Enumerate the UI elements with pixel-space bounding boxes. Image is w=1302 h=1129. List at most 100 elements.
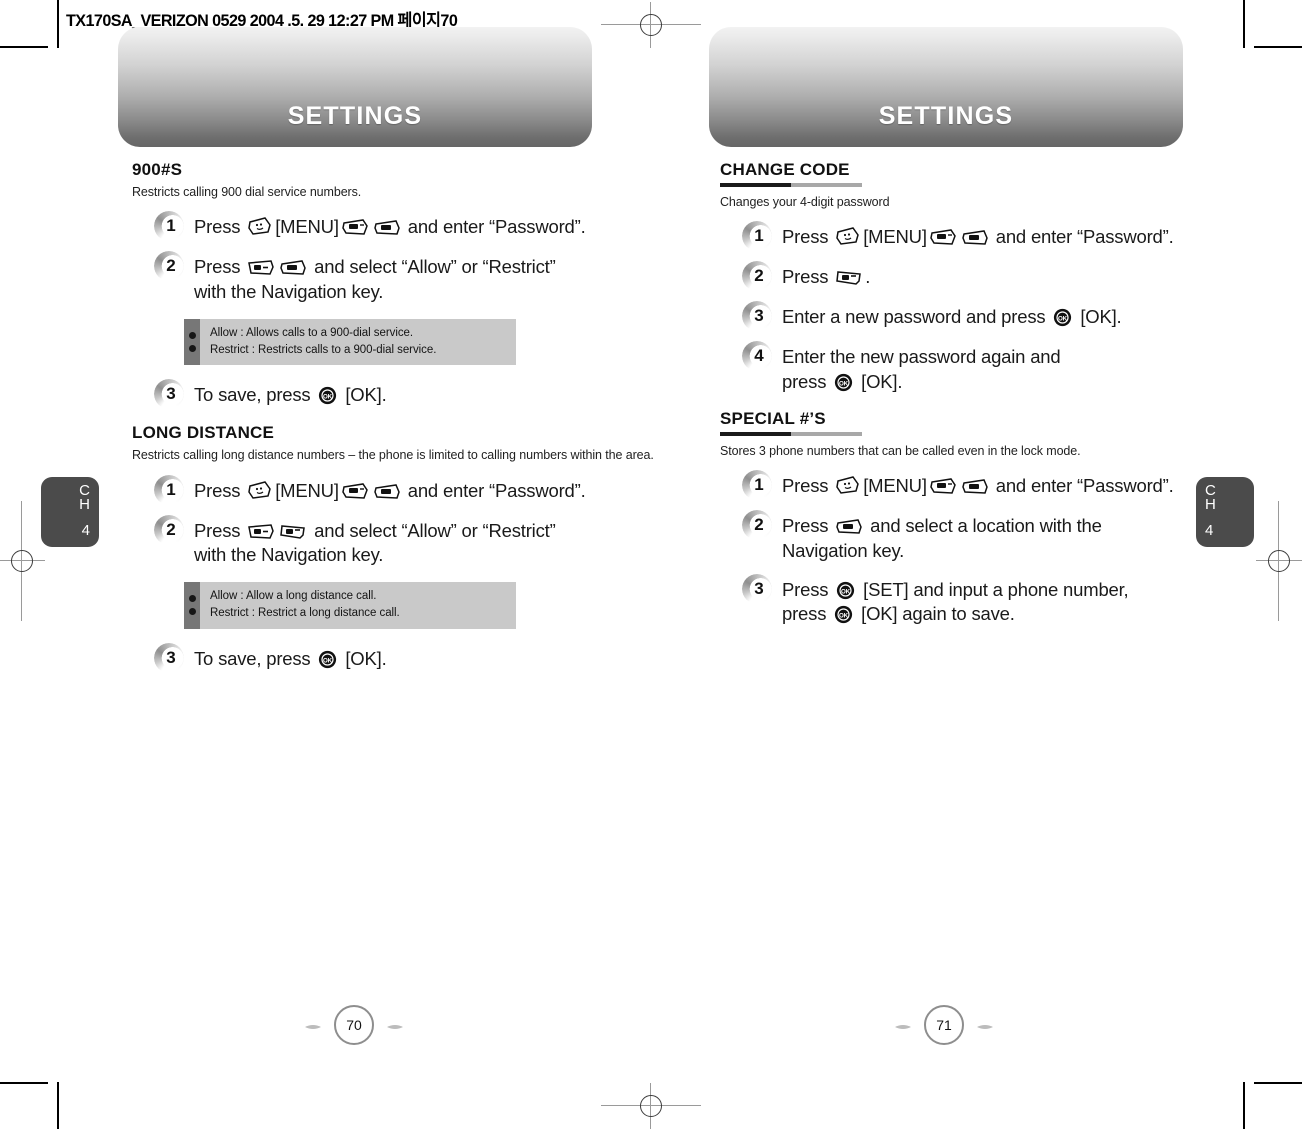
step-text-fragment: and input a phone number, bbox=[908, 578, 1129, 600]
ok-key-icon: OK bbox=[834, 605, 853, 624]
step-text-fragment: [MENU] bbox=[275, 216, 339, 238]
step-line: Enter a new password and press OK [OK]. bbox=[782, 305, 1122, 330]
page-number-wing-icon bbox=[977, 1025, 993, 1029]
manual-section: CHANGE CODE Changes your 4-digit password… bbox=[720, 160, 1280, 395]
note-box: Allow : Allows calls to a 900-dial servi… bbox=[184, 318, 516, 366]
step-line: To save, press OK [OK]. bbox=[194, 383, 387, 408]
step-text-fragment: and select a location with the bbox=[865, 515, 1102, 537]
instruction-step: 2 Press . bbox=[720, 261, 1280, 292]
step-line: Press [MENU] and enter “Password”. bbox=[782, 474, 1174, 499]
instruction-step: 3 Press OK [SET] and input a phone number… bbox=[720, 573, 1280, 628]
section-description: Changes your 4-digit password bbox=[720, 195, 890, 209]
note-line: Allow : Allow a long distance call. bbox=[210, 590, 377, 603]
instruction-step: 1 Press [MENU] and enter “Password”. bbox=[132, 474, 692, 505]
menu-key-icon bbox=[836, 226, 860, 246]
step-line: Navigation key. bbox=[782, 539, 1102, 564]
note-line: Restrict : Restrict a long distance call… bbox=[210, 607, 400, 620]
banner-title: SETTINGS bbox=[878, 102, 1014, 130]
step-text-fragment: again to save. bbox=[897, 603, 1015, 625]
menu-key-icon bbox=[248, 480, 272, 500]
step-text-fragment: Navigation key. bbox=[782, 539, 905, 561]
step-text-fragment: and enter “Password”. bbox=[402, 216, 586, 238]
step-text-fragment: . bbox=[897, 371, 903, 393]
chapter-tab-label: CH bbox=[79, 482, 90, 513]
trim-mark-bottom-left-horizontal bbox=[0, 1082, 48, 1084]
section-title: 900#S bbox=[132, 160, 183, 179]
step-number: 2 bbox=[166, 256, 176, 276]
step-number: 1 bbox=[166, 216, 176, 236]
step-body: To save, press OK [OK]. bbox=[194, 647, 387, 672]
page-number-badge-left: 70 bbox=[299, 1005, 409, 1045]
step-number: 2 bbox=[754, 266, 764, 286]
page-number-wing-icon bbox=[305, 1025, 321, 1029]
chapter-tab-left: CH 4 bbox=[41, 477, 99, 547]
section-description: Stores 3 phone numbers that can be calle… bbox=[720, 443, 1081, 458]
step-text-fragment: Press bbox=[782, 266, 834, 288]
step-number: 3 bbox=[754, 306, 764, 326]
trim-mark-bottom-left-vertical bbox=[57, 1082, 59, 1129]
step-text-fragment: [OK] bbox=[340, 384, 382, 406]
step-number: 3 bbox=[166, 647, 176, 667]
note-body: Allow : Allows calls to a 900-dial servi… bbox=[200, 319, 444, 366]
note-box: Allow : Allow a long distance call. Restr… bbox=[184, 582, 516, 629]
step-text-fragment: with the Navigation key. bbox=[194, 281, 384, 303]
step-number-badge: 4 bbox=[742, 341, 772, 372]
note-bullet-strip bbox=[184, 582, 200, 629]
instruction-step: 3 To save, press OK [OK]. bbox=[132, 642, 692, 673]
step-line: press OK [OK] again to save. bbox=[782, 602, 1129, 627]
step-body: Press [MENU] and enter “Password”. bbox=[194, 479, 586, 504]
step-number-badge: 3 bbox=[154, 379, 184, 410]
registration-mark-left bbox=[0, 501, 45, 621]
step-text-fragment: Enter a new password and press bbox=[782, 306, 1051, 328]
navigation-key-icon bbox=[930, 477, 956, 495]
chapter-tab-label: CH bbox=[1205, 482, 1216, 513]
instruction-step: 4 Enter the new password again and press O… bbox=[720, 341, 1280, 395]
step-body: Enter the new password again and press OK… bbox=[782, 345, 1061, 395]
step-line: with the Navigation key. bbox=[194, 543, 556, 568]
chapter-tab-number: 4 bbox=[1205, 522, 1214, 539]
step-body: Press [MENU] and enter “Password”. bbox=[782, 225, 1174, 250]
step-text-fragment: Press bbox=[194, 479, 246, 501]
step-number: 2 bbox=[166, 519, 176, 539]
step-line: Press and select a location with the bbox=[782, 514, 1102, 539]
step-text-fragment: . bbox=[1116, 306, 1122, 328]
step-text-fragment: and enter “Password”. bbox=[402, 479, 586, 501]
note-bullet-icon bbox=[188, 332, 196, 340]
ok-key-icon: OK bbox=[318, 650, 337, 669]
step-text-fragment: and enter “Password”. bbox=[990, 475, 1174, 497]
step-number: 1 bbox=[166, 479, 176, 499]
step-text-fragment: with the Navigation key. bbox=[194, 544, 384, 566]
right-page-content: CHANGE CODE Changes your 4-digit password… bbox=[720, 160, 1280, 641]
step-number: 4 bbox=[754, 346, 764, 366]
menu-key-icon bbox=[836, 475, 860, 495]
step-text-fragment: [OK] bbox=[1075, 306, 1117, 328]
left-soft-key-icon bbox=[248, 523, 275, 540]
step-text-fragment: and select “Allow” or “Restrict” bbox=[309, 256, 556, 278]
page-header-banner-right: SETTINGS bbox=[709, 27, 1183, 147]
section-description: Restricts calling 900 dial service numbe… bbox=[132, 185, 362, 199]
step-text-fragment: [OK] bbox=[856, 371, 898, 393]
note-bullet-icon bbox=[188, 608, 196, 616]
instruction-step: 3 To save, press OK [OK]. bbox=[132, 379, 692, 410]
step-number-badge: 2 bbox=[742, 261, 772, 292]
page-number-wing-icon bbox=[387, 1025, 403, 1029]
step-line: press OK [OK]. bbox=[782, 370, 1060, 395]
ok-key-icon: OK bbox=[836, 581, 855, 600]
navigation-key-icon bbox=[342, 482, 368, 500]
section-title-rule bbox=[720, 431, 862, 436]
navigation-key-icon bbox=[342, 218, 368, 236]
note-line: Allow : Allows calls to a 900-dial servi… bbox=[210, 326, 414, 339]
step-number-badge: 2 bbox=[154, 251, 184, 282]
note-line: Restrict : Restricts calls to a 900-dial… bbox=[210, 344, 437, 357]
step-line: Press [MENU] and enter “Password”. bbox=[782, 225, 1174, 250]
soft-key-icon bbox=[962, 478, 988, 495]
section-title-rule bbox=[720, 183, 862, 187]
right-soft-key-icon bbox=[280, 523, 306, 540]
step-body: Enter a new password and press OK [OK]. bbox=[782, 305, 1122, 330]
soft-key-icon bbox=[962, 229, 988, 246]
step-body: Press OK [SET] and input a phone number,… bbox=[782, 578, 1129, 628]
step-text-fragment: Press bbox=[194, 519, 246, 541]
navigation-key-icon bbox=[930, 228, 956, 246]
left-soft-key-icon bbox=[248, 259, 275, 276]
step-body: Press and select “Allow” or “Restrict” wi… bbox=[194, 519, 556, 569]
